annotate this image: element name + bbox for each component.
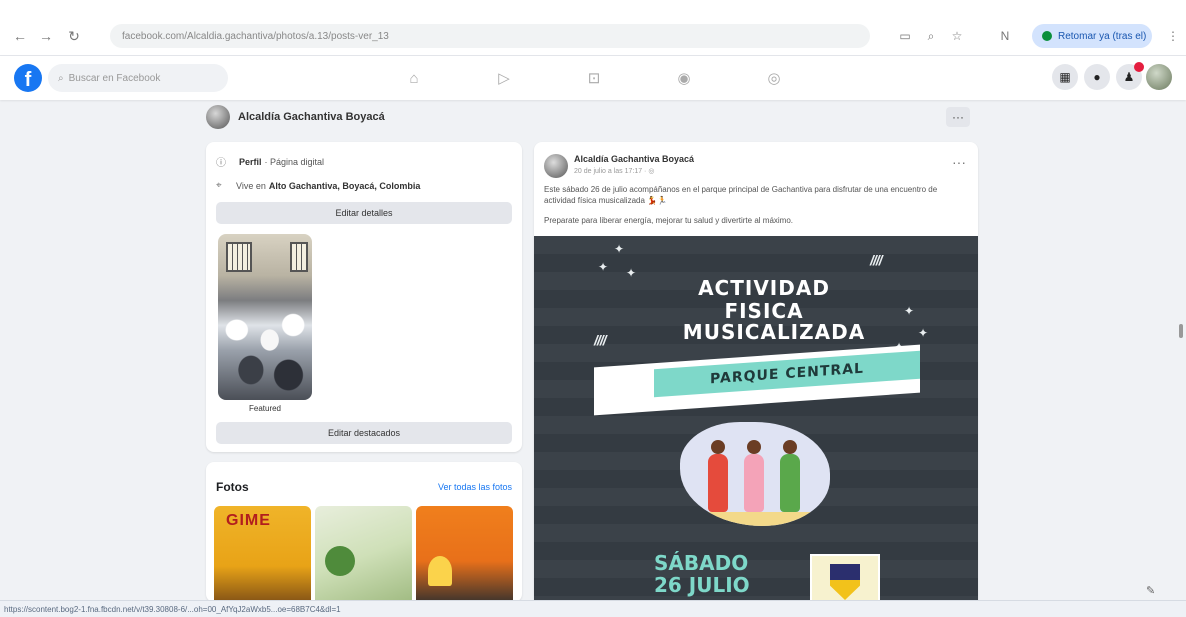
account-avatar[interactable]	[1146, 64, 1172, 90]
profile-name[interactable]: Alcaldía Gachantiva Boyacá	[238, 111, 385, 123]
dancer-figure	[780, 440, 800, 512]
facebook-header: f ⌕ Buscar en Facebook ⌂ ▷ ⊡ ◉ ◎ ▦ ● ♟	[0, 56, 1186, 100]
intro-location-prefix: Vive en	[236, 180, 266, 191]
plant-graphic	[325, 546, 355, 576]
more-options-button[interactable]: ···	[946, 107, 970, 127]
info-icon: ⓘ	[216, 158, 226, 169]
notification-badge	[1134, 62, 1144, 72]
intro-work-row: ⓘ Perfil · Página digital	[216, 154, 325, 170]
photo-thumbnail[interactable]: GIME	[214, 506, 311, 602]
poster-date: SÁBADO 26 JULIO	[654, 552, 750, 596]
flame-graphic	[428, 556, 452, 586]
scroll-handle[interactable]	[1179, 324, 1183, 338]
intro-work-label: Perfil	[239, 156, 262, 167]
photo-thumbnail[interactable]	[315, 506, 412, 602]
back-icon[interactable]: ←	[10, 26, 30, 46]
post-author-avatar[interactable]	[544, 154, 568, 178]
home-icon[interactable]: ⌂	[400, 66, 428, 90]
gaming-icon[interactable]: ◎	[760, 66, 788, 90]
dancer-head	[711, 440, 725, 454]
poster-title-line1: ACTIVIDAD	[698, 276, 830, 300]
facebook-search-input[interactable]: ⌕ Buscar en Facebook	[48, 64, 228, 92]
post-author-name[interactable]: Alcaldía Gachantiva Boyacá	[574, 154, 694, 164]
photos-card: Fotos Ver todas las fotos GIME	[206, 462, 522, 602]
people-graphic	[218, 300, 312, 400]
profile-header-strip: Alcaldía Gachantiva Boyacá ···	[206, 100, 982, 134]
edit-details-button[interactable]: Editar detalles	[216, 202, 512, 224]
forward-icon[interactable]: →	[36, 26, 56, 46]
screen-cast-icon[interactable]: ▭	[896, 27, 914, 45]
address-bar[interactable]: facebook.com/Alcaldia.gachantiva/photos/…	[110, 24, 870, 48]
sparkle-icon: ✦	[598, 260, 609, 274]
dancer-figure	[708, 440, 728, 512]
sparkle-icon: ✦	[918, 326, 929, 340]
featured-label: Featured	[248, 404, 282, 413]
dancers-illustration	[680, 422, 830, 526]
slashes-decoration: ////	[870, 252, 883, 268]
slashes-decoration: ////	[594, 332, 607, 348]
resume-dot-icon	[1042, 31, 1052, 41]
search-icon: ⌕	[58, 72, 64, 84]
post-options-button[interactable]: ···	[952, 154, 966, 170]
zoom-icon[interactable]: ⌕	[922, 27, 940, 45]
stage-floor	[680, 512, 830, 526]
post-image-poster[interactable]: ✦ ✦ ✦ ✦ ✦ ✦ //// //// ACTIVIDAD FISICA M…	[534, 236, 978, 612]
browser-chrome: ← → ↻ facebook.com/Alcaldia.gachantiva/p…	[0, 0, 1186, 56]
window-graphic	[226, 242, 252, 272]
intro-location-value[interactable]: Alto Gachantiva, Boyacá, Colombia	[269, 181, 421, 191]
photos-title: Fotos	[216, 480, 249, 494]
star-icon[interactable]: ☆	[948, 27, 966, 45]
post-text-secondary: Preparate para liberar energía, mejorar …	[544, 216, 793, 225]
location-icon: ⌖	[216, 180, 222, 191]
groups-icon[interactable]: ◉	[670, 66, 698, 90]
intro-location-row: ⌖ Vive en Alto Gachantiva, Boyacá, Colom…	[216, 180, 423, 191]
window-graphic	[290, 242, 308, 272]
intro-card: ⓘ Perfil · Página digital ⌖ Vive en Alto…	[206, 142, 522, 452]
profile-n-icon[interactable]: N	[996, 27, 1014, 45]
url-text: facebook.com/Alcaldia.gachantiva/photos/…	[122, 30, 389, 42]
marketplace-icon[interactable]: ⊡	[580, 66, 608, 90]
facebook-logo-icon[interactable]: f	[14, 64, 42, 92]
messenger-icon[interactable]: ●	[1084, 64, 1110, 90]
thumbnail-text: GIME	[226, 512, 271, 529]
poster-title-line3: MUSICALIZADA	[682, 320, 866, 344]
see-all-photos-link[interactable]: Ver todas las fotos	[438, 482, 512, 492]
poster-day: SÁBADO	[654, 551, 749, 575]
video-icon[interactable]: ▷	[490, 66, 518, 90]
dancer-head	[747, 440, 761, 454]
dancer-figure	[744, 440, 764, 512]
notifications-icon[interactable]: ♟	[1116, 62, 1144, 90]
intro-work-value: · Página digital	[264, 156, 325, 167]
featured-photo[interactable]	[218, 234, 312, 400]
reload-icon[interactable]: ↻	[64, 26, 84, 46]
menu-kebab-icon[interactable]: ⋮	[1164, 27, 1182, 45]
post-timestamp[interactable]: 20 de julio a las 17:17 · ◎	[574, 167, 654, 175]
status-bar-url: https://scontent.bog2-1.fna.fbcdn.net/v/…	[0, 600, 1186, 617]
poster-date-value: 26 JULIO	[654, 573, 750, 597]
sparkle-icon: ✦	[614, 242, 625, 256]
post-card: Alcaldía Gachantiva Boyacá 20 de julio a…	[534, 142, 978, 612]
resume-label: Retomar ya (tras el)	[1058, 30, 1147, 42]
profile-avatar[interactable]	[206, 105, 230, 129]
post-text: Este sábado 26 de julio acompáñanos en e…	[544, 185, 938, 205]
resume-button[interactable]: Retomar ya (tras el)	[1032, 24, 1152, 48]
edit-icon[interactable]: ✎	[1146, 584, 1155, 597]
apps-grid-icon[interactable]: ▦	[1052, 64, 1078, 90]
photo-thumbnail[interactable]	[416, 506, 513, 602]
search-placeholder: Buscar en Facebook	[68, 72, 161, 84]
dancer-head	[783, 440, 797, 454]
edit-featured-button[interactable]: Editar destacados	[216, 422, 512, 444]
